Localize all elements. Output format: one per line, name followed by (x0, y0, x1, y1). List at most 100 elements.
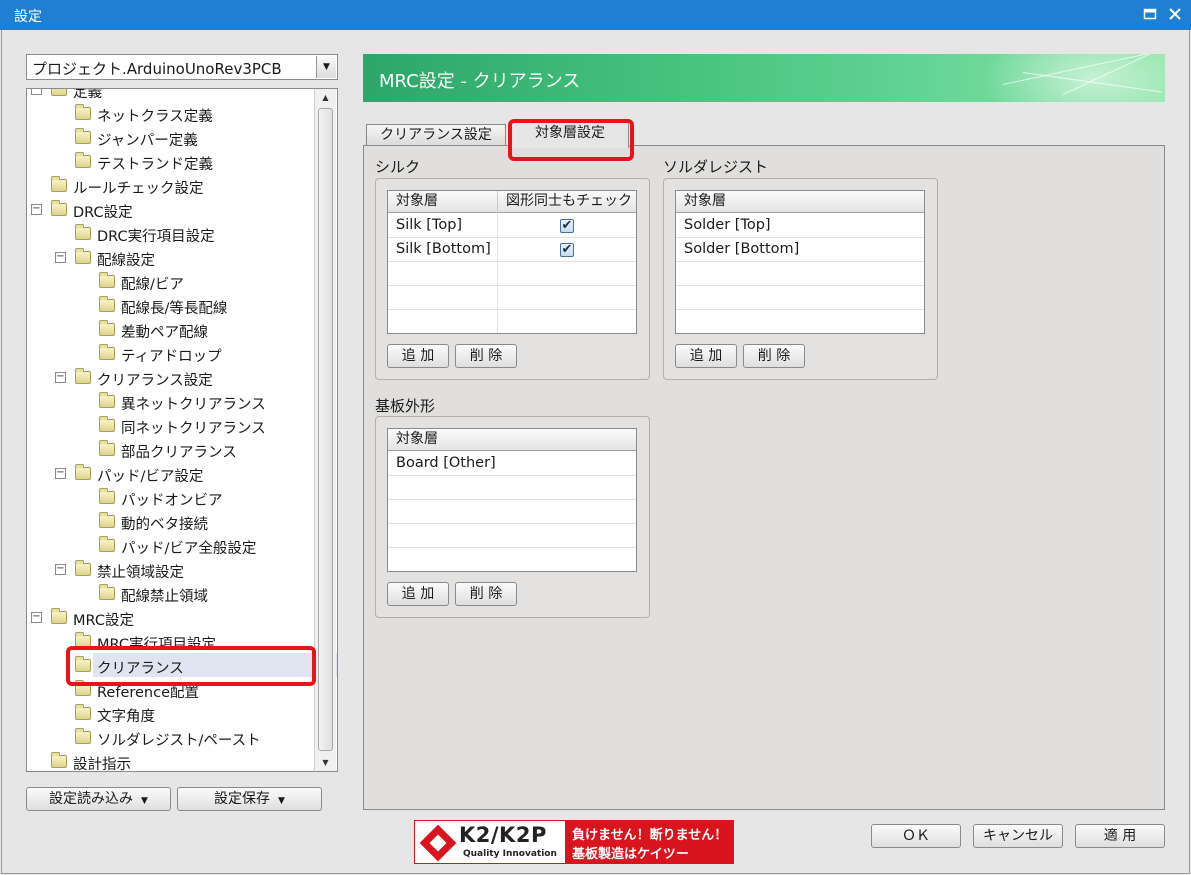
tree-item[interactable]: Reference配置 (27, 679, 317, 701)
table-row[interactable]: Board [Other] (388, 452, 636, 476)
table-row[interactable]: Silk [Bottom] ✔ (388, 238, 636, 262)
tree-item-label: 差動ペア配線 (121, 325, 208, 341)
tree-item[interactable]: − 定義 (27, 89, 317, 101)
table-row[interactable] (388, 262, 636, 286)
table-row[interactable] (388, 548, 636, 571)
board-layer-table[interactable]: 対象層 Board [Other] (387, 428, 637, 572)
folder-icon (75, 704, 91, 720)
tree-item[interactable]: クリアランス (27, 653, 337, 677)
check-shapes-checkbox[interactable]: ✔ (560, 219, 574, 233)
table-row[interactable] (388, 524, 636, 548)
tab-target-layer-settings[interactable]: 対象層設定 (511, 122, 629, 148)
folder-icon (75, 656, 91, 672)
table-row[interactable] (676, 310, 924, 333)
table-row[interactable] (388, 310, 636, 333)
collapse-icon[interactable]: − (31, 204, 42, 215)
maximize-icon[interactable] (1138, 2, 1162, 26)
tree-item[interactable]: − 配線設定 (27, 247, 317, 269)
tree-item[interactable]: 文字角度 (27, 703, 317, 725)
tree-item[interactable]: 配線長/等長配線 (27, 295, 317, 317)
scroll-down-icon[interactable]: ▼ (315, 754, 336, 771)
collapse-icon[interactable]: − (31, 89, 42, 95)
folder-icon (75, 104, 91, 120)
button-label: キャンセル (983, 828, 1053, 844)
column-header: 対象層 (388, 191, 498, 213)
scroll-thumb[interactable] (318, 108, 333, 751)
table-row[interactable] (388, 476, 636, 500)
cancel-button[interactable]: キャンセル (973, 824, 1063, 848)
table-row[interactable] (388, 500, 636, 524)
window-title: 設定 (14, 9, 42, 25)
table-row[interactable] (676, 286, 924, 310)
collapse-icon[interactable]: − (55, 564, 66, 575)
tree-item-label: 動的ベタ接続 (121, 517, 208, 533)
collapse-icon[interactable]: − (55, 468, 66, 479)
chevron-down-icon[interactable]: ▼ (316, 56, 336, 78)
scroll-up-icon[interactable]: ▲ (315, 89, 336, 106)
k2-ad-banner[interactable]: K2/K2P Quality Innovation 負けません！断りません！ 基… (414, 820, 734, 864)
collapse-icon[interactable]: − (31, 612, 42, 623)
load-settings-button[interactable]: 設定読み込み ▼ (26, 787, 171, 811)
table-row[interactable]: Silk [Top] ✔ (388, 214, 636, 238)
tree-item[interactable]: テストランド定義 (27, 151, 317, 173)
table-row[interactable]: Solder [Top] (676, 214, 924, 238)
layer-cell: Board [Other] (396, 455, 496, 471)
board-add-button[interactable]: 追 加 (387, 582, 449, 606)
ad-brand: K2/K2P (459, 823, 547, 847)
tree-item[interactable]: 配線/ビア (27, 271, 317, 293)
tree-item[interactable]: 動的ベタ接続 (27, 511, 317, 533)
close-icon[interactable] (1163, 2, 1187, 26)
board-delete-button[interactable]: 削 除 (455, 582, 517, 606)
tree-item[interactable]: 差動ペア配線 (27, 319, 317, 341)
settings-tree[interactable]: − 定義ネットクラス定義 ジャンパー定義 テストランド定義 ルールチェック設定 − DRC設… (26, 88, 338, 772)
tree-item-label: 配線設定 (97, 253, 155, 269)
project-select[interactable]: プロジェクト.ArduinoUnoRev3PCB ▼ (26, 54, 338, 80)
collapse-icon[interactable]: − (55, 252, 66, 263)
tree-item[interactable]: − 禁止領域設定 (27, 559, 317, 581)
folder-icon (75, 248, 91, 264)
tree-item[interactable]: − クリアランス設定 (27, 367, 317, 389)
tab-clearance-settings[interactable]: クリアランス設定 (366, 124, 506, 146)
tree-item[interactable]: DRC実行項目設定 (27, 223, 317, 245)
folder-icon (51, 176, 67, 192)
tree-item[interactable]: ネットクラス定義 (27, 103, 317, 125)
table-row[interactable] (676, 262, 924, 286)
table-row[interactable] (388, 286, 636, 310)
tree-item[interactable]: パッド/ビア全般設定 (27, 535, 317, 557)
tree-item[interactable]: 設計指示 (27, 751, 317, 771)
tree-item-label: パッド/ビア設定 (97, 469, 204, 485)
tree-item[interactable]: 異ネットクリアランス (27, 391, 317, 413)
chevron-down-icon: ▼ (141, 796, 148, 806)
solder-add-button[interactable]: 追 加 (675, 344, 737, 368)
tree-item[interactable]: − DRC設定 (27, 199, 317, 221)
tree-item[interactable]: MRC実行項目設定 (27, 631, 317, 653)
folder-icon (75, 224, 91, 240)
tree-item[interactable]: 配線禁止領域 (27, 583, 317, 605)
tree-item[interactable]: パッドオンビア (27, 487, 317, 509)
tree-item[interactable]: − MRC設定 (27, 607, 317, 629)
check-shapes-checkbox[interactable]: ✔ (560, 243, 574, 257)
apply-button[interactable]: 適 用 (1075, 824, 1165, 848)
solder-delete-button[interactable]: 削 除 (743, 344, 805, 368)
collapse-icon[interactable]: − (55, 372, 66, 383)
tree-item-label: DRC実行項目設定 (97, 229, 215, 245)
solder-layer-table[interactable]: 対象層 Solder [Top] Solder [Bottom] (675, 190, 925, 334)
silk-layer-table[interactable]: 対象層 図形同士もチェック Silk [Top] ✔ Silk [Bottom]… (387, 190, 637, 334)
tree-item[interactable]: ジャンパー定義 (27, 127, 317, 149)
folder-icon (51, 752, 67, 768)
ok-button[interactable]: ＯＫ (871, 824, 961, 848)
tree-item[interactable]: ソルダレジスト/ペースト (27, 727, 317, 749)
tree-item[interactable]: 部品クリアランス (27, 439, 317, 461)
tree-item[interactable]: − パッド/ビア設定 (27, 463, 317, 485)
silk-delete-button[interactable]: 削 除 (455, 344, 517, 368)
tree-item-label: パッドオンビア (121, 493, 223, 509)
tree-item[interactable]: 同ネットクリアランス (27, 415, 317, 437)
tree-item[interactable]: ルールチェック設定 (27, 175, 317, 197)
tree-scrollbar[interactable]: ▲ ▼ (314, 89, 336, 771)
tree-item[interactable]: ティアドロップ (27, 343, 317, 365)
save-settings-button[interactable]: 設定保存 ▼ (177, 787, 322, 811)
button-label: 削 除 (757, 348, 791, 364)
solder-group: 対象層 Solder [Top] Solder [Bottom] 追 加 削 除 (663, 178, 938, 380)
table-row[interactable]: Solder [Bottom] (676, 238, 924, 262)
silk-add-button[interactable]: 追 加 (387, 344, 449, 368)
